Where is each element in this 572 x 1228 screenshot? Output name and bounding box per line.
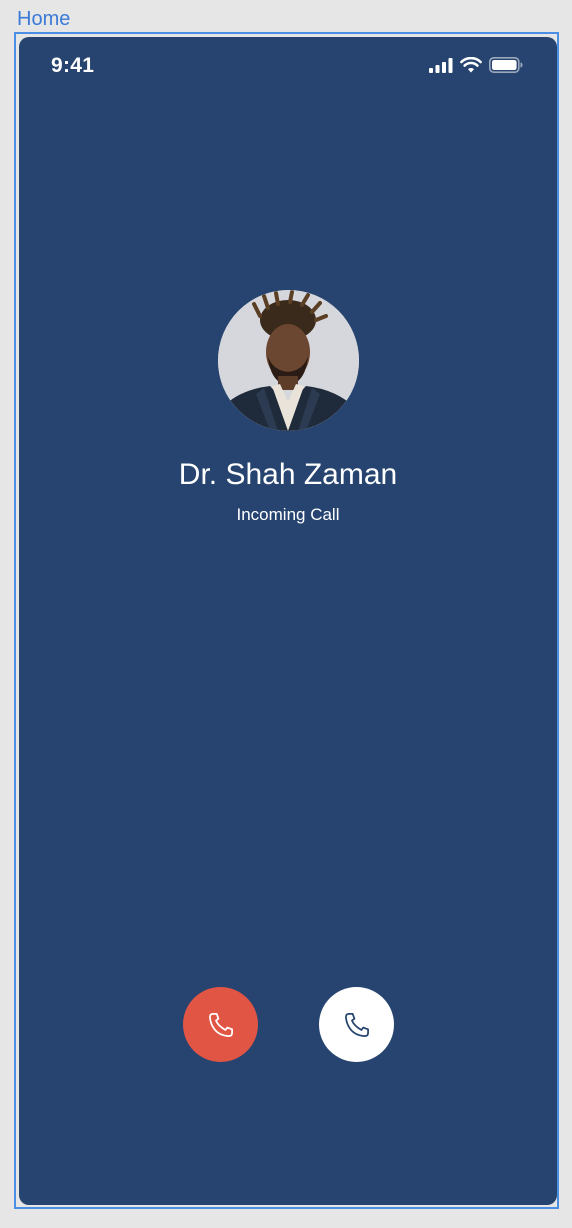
wifi-icon bbox=[460, 57, 482, 73]
status-icons bbox=[429, 57, 523, 73]
call-status: Incoming Call bbox=[236, 505, 340, 524]
incoming-call-screen: 9:41 Dr. Shah Zaman Incoming Call bbox=[19, 37, 557, 1205]
status-bar: 9:41 bbox=[19, 37, 557, 97]
accept-call-button[interactable] bbox=[319, 987, 394, 1062]
caller-name: Dr. Shah Zaman bbox=[178, 458, 398, 491]
status-time: 9:41 bbox=[51, 54, 95, 77]
phone-icon bbox=[207, 1011, 235, 1039]
battery-icon bbox=[489, 57, 523, 73]
decline-call-button[interactable] bbox=[183, 987, 258, 1062]
signal-icon bbox=[429, 57, 453, 73]
frame-label: Home bbox=[17, 8, 71, 30]
caller-avatar bbox=[218, 290, 359, 431]
phone-icon bbox=[343, 1011, 371, 1039]
